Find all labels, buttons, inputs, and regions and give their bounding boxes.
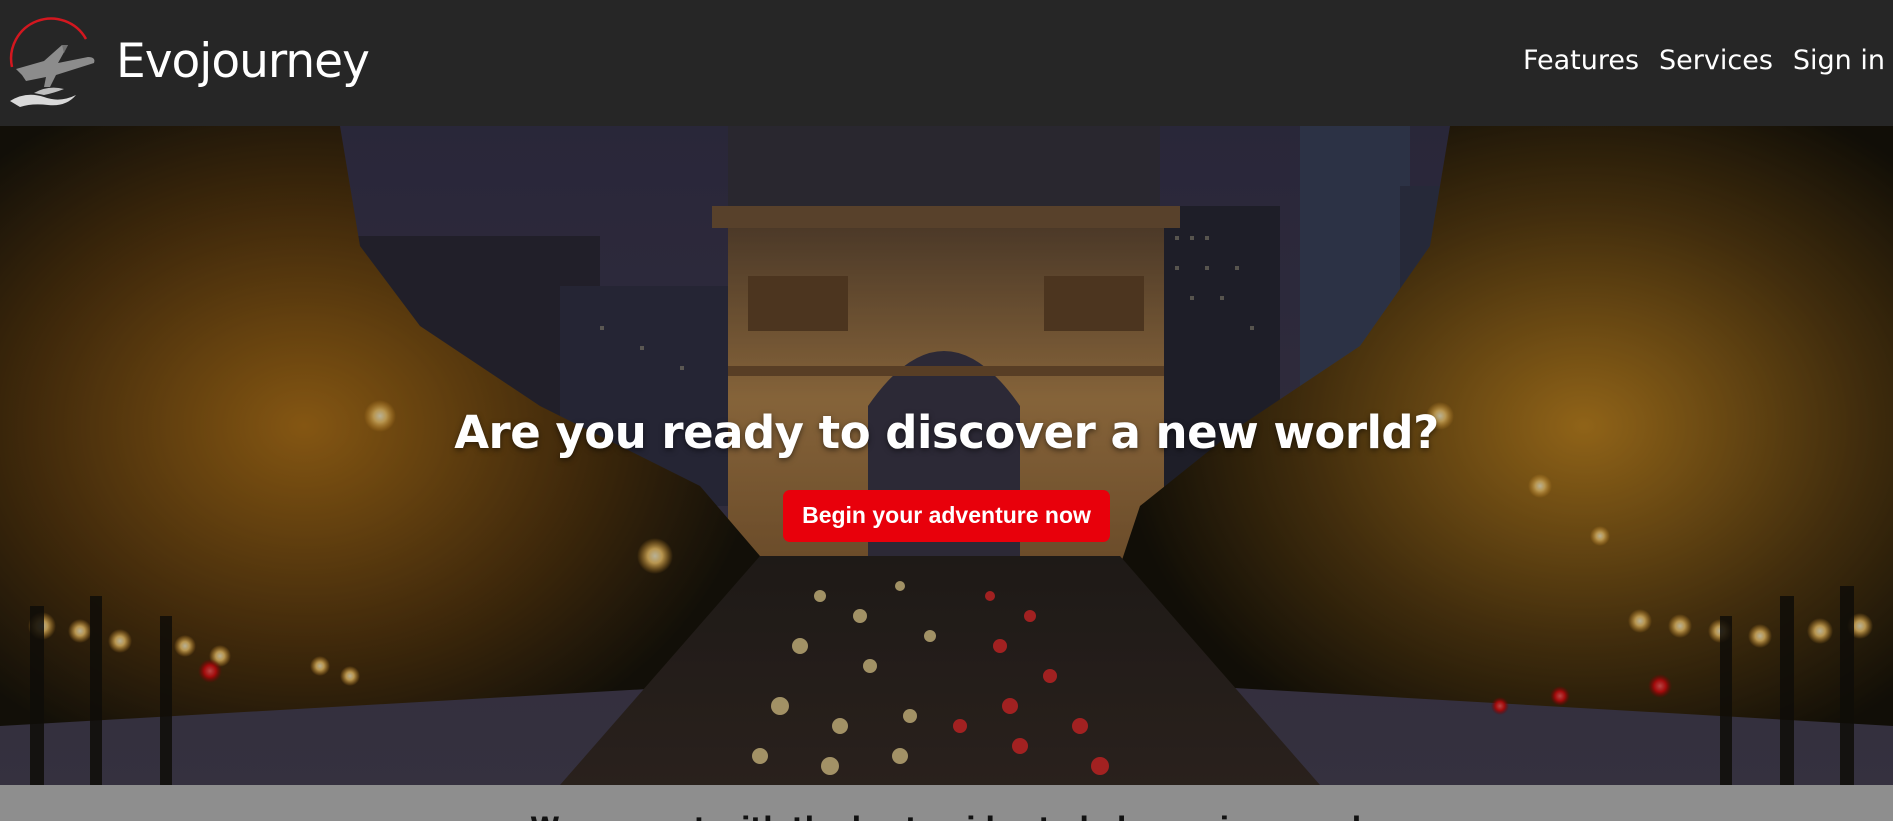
main-nav: Features Services Sign in — [1523, 45, 1885, 76]
hero-section: Are you ready to discover a new world? B… — [0, 126, 1893, 785]
intro-heading: We connect with the best guides to help … — [530, 812, 1430, 821]
nav-link-features[interactable]: Features — [1523, 45, 1639, 76]
nav-link-sign-in[interactable]: Sign in — [1793, 45, 1885, 76]
intro-section: We connect with the best guides to help … — [0, 785, 1893, 821]
airplane-wave-logo-icon — [9, 17, 95, 107]
begin-adventure-button[interactable]: Begin your adventure now — [783, 490, 1110, 542]
hero-title: Are you ready to discover a new world? — [454, 406, 1439, 459]
brand[interactable]: Evojourney — [4, 0, 370, 126]
navbar: Evojourney Features Services Sign in — [0, 0, 1893, 126]
hero-content: Are you ready to discover a new world? B… — [0, 126, 1893, 785]
nav-link-services[interactable]: Services — [1659, 45, 1773, 76]
brand-name: Evojourney — [116, 33, 370, 89]
